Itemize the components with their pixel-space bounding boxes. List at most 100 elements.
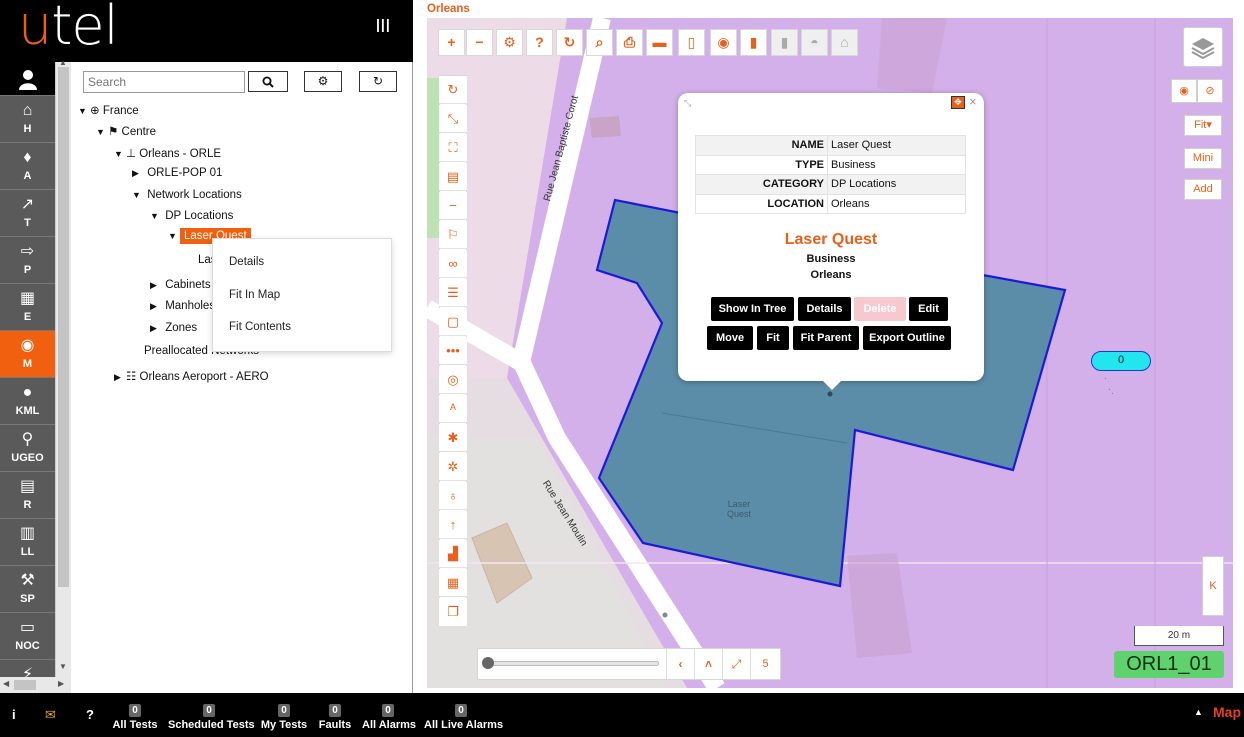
nav-sp[interactable]: ⚒ SP [0,566,55,613]
tree-node-dp-locations[interactable]: ▼ DP Locations [150,210,233,222]
counter-all-live-alarms[interactable]: 0 All Live Alarms [424,702,503,731]
details-button[interactable]: Details [798,297,851,321]
refresh-icon[interactable]: ↻ [556,29,583,56]
caret-right-icon[interactable]: ▶ [150,301,162,312]
bookmark-disabled-icon[interactable]: ▮ [771,29,798,56]
bookmark-icon[interactable]: ▮ [740,29,767,56]
expand-icon[interactable]: ⛶ [439,134,467,162]
scroll-left-arrow-icon[interactable]: ◀ [3,679,9,688]
tree-node-cabinets[interactable]: ▶ Cabinets [150,279,211,291]
industry-icon[interactable]: ▟ [439,540,467,568]
zoom-slider-track[interactable] [487,661,659,666]
search-button[interactable] [248,71,288,92]
caret-right-icon[interactable]: ▶ [150,323,162,334]
eye-icon[interactable]: ◉ [710,29,737,56]
fit-parent-button[interactable]: Fit Parent [793,326,859,350]
nav-bolt[interactable]: ⚡ [0,660,55,677]
map-settings-gear-icon[interactable]: ⚙ [496,29,523,56]
nav-kml[interactable]: ● KML [0,378,55,425]
ctx-details[interactable]: Details [229,256,264,268]
broadcast-icon[interactable]: ᴬ [439,395,467,423]
building-icon[interactable]: ▦ [439,569,467,597]
ctx-fit-in-map[interactable]: Fit In Map [229,289,280,301]
show-eye-icon[interactable]: ◉ [1171,79,1197,103]
arrow-up-icon[interactable]: ↑ [439,511,467,539]
table-icon[interactable]: ▤ [439,163,467,191]
scroll-right-arrow-icon[interactable]: ▶ [58,679,64,688]
scroll-down-arrow-icon[interactable]: ▼ [59,662,67,671]
tree-node-network-locations[interactable]: ▼ Network Locations [132,189,242,201]
counter-scheduled-tests[interactable]: 0 Scheduled Tests [168,702,255,731]
map-search-icon[interactable]: ⌕ [586,29,613,56]
nav-tests[interactable]: ↗ T [0,190,55,237]
tree-node-zones[interactable]: ▶ Zones [150,322,197,334]
delete-button[interactable]: Delete [854,297,906,321]
nav-p[interactable]: ⇨ P [0,237,55,284]
voicemail-icon[interactable]: ∞ [439,250,467,278]
tree-settings-button[interactable]: ⚙ [304,71,342,92]
expand-arrows-icon[interactable]: ⤢ [722,649,750,679]
cyan-count-badge[interactable]: 0 [1091,351,1151,371]
caret-down-icon[interactable]: ▼ [132,190,144,200]
resize-arrows-icon[interactable]: ⤡ [684,98,691,109]
export-outline-button[interactable]: Export Outline [863,326,951,350]
show-in-tree-button[interactable]: Show In Tree [711,297,794,321]
nav-equipment[interactable]: ▦ E [0,284,55,331]
caret-down-icon[interactable]: ▼ [78,106,90,116]
expand-arrows-icon[interactable]: ✥ [951,96,965,109]
caret-down-icon[interactable]: ▼ [96,127,108,137]
zoom-in-button[interactable]: + [438,29,465,56]
info-icon[interactable]: i [12,707,16,722]
asterisk-icon[interactable]: ✱ [439,424,467,452]
caret-down-icon[interactable]: ▼ [114,149,126,159]
nav-home[interactable]: ⌂ H [0,96,55,143]
k-button[interactable]: K [1202,556,1224,616]
hide-eye-slash-icon[interactable]: ⊘ [1197,79,1223,103]
caret-right-icon[interactable]: ▶ [150,280,162,291]
caret-up-icon[interactable]: ▲ [1194,707,1203,717]
tree-node-aero[interactable]: ▶ ☷ Orleans Aeroport - AERO [114,369,269,383]
sign-icon[interactable]: ☰ [439,279,467,307]
rotate-icon[interactable]: ↻ [439,76,467,104]
counter-all-tests[interactable]: 0 All Tests [112,702,158,731]
horizontal-scrollbar[interactable]: ◀ ▶ [0,677,71,693]
ctx-fit-contents[interactable]: Fit Contents [229,321,291,333]
nav-map[interactable]: ◉ M [0,331,55,378]
nav-alarms[interactable]: ♦ A [0,143,55,190]
zoom-slider-handle[interactable] [482,657,494,669]
cog-icon[interactable]: ✲ [439,453,467,481]
map-mode-label[interactable]: Map [1213,704,1241,720]
move-button[interactable]: Move [707,326,753,350]
caret-right-icon[interactable]: ▶ [132,168,144,179]
minus-icon[interactable]: − [439,192,467,220]
nav-scrollbar[interactable]: ▲ ▼ [55,58,71,677]
mini-button[interactable]: Mini [1184,148,1222,169]
caret-down-icon[interactable]: ▼ [168,231,180,241]
tree-node-orleans[interactable]: ▼ ⊥ Orleans - ORLE [114,146,221,160]
dome-disabled-icon[interactable]: ◓ [801,29,828,56]
caret-right-icon[interactable]: ▶ [114,372,126,383]
print-icon[interactable]: ⎙ [616,29,643,56]
scroll-up-arrow-icon[interactable]: ▲ [59,58,67,67]
flag-icon[interactable]: ⚐ [439,221,467,249]
map-canvas[interactable]: . . . Laser Quest Rue Jean Baptiste Corot… [427,18,1233,688]
envelope-icon[interactable]: ✉ [45,707,56,723]
hscroll-thumb[interactable] [14,680,36,690]
columns-menu-icon[interactable]: ||| [376,16,391,32]
close-icon[interactable]: × [969,94,977,109]
target-icon[interactable]: ◎ [439,366,467,394]
ruler-icon[interactable]: ▬ [646,29,673,56]
layers-button[interactable] [1183,27,1223,67]
zoom-out-button[interactable]: − [466,29,493,56]
edit-button[interactable]: Edit [909,297,948,321]
scrollbar-thumb[interactable] [58,67,69,587]
counter-faults[interactable]: 0 Faults [316,702,354,731]
tree-search-input[interactable] [83,71,245,93]
stethoscope-icon[interactable]: ♁ [439,482,467,510]
diagonal-line-icon[interactable]: ⤡ [439,105,467,133]
nav-reports[interactable]: ▤ R [0,472,55,519]
nav-noc[interactable]: ▭ NOC [0,613,55,660]
tree-node-manholes[interactable]: ▶ Manholes [150,300,215,312]
site-badge[interactable]: ORL1_01 [1114,651,1224,678]
add-button[interactable]: Add [1184,179,1222,200]
